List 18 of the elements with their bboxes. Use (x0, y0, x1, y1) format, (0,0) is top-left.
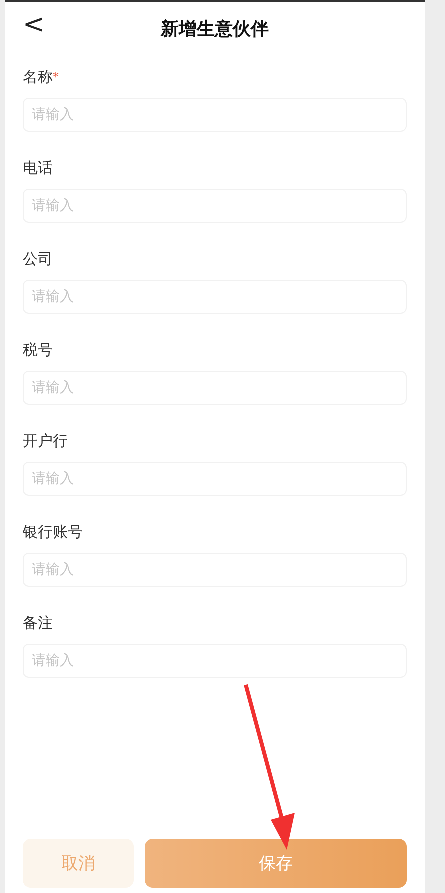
field-label: 备注 (23, 613, 54, 634)
input-field[interactable]: 请输入 (23, 553, 407, 587)
input-field[interactable]: 请输入 (23, 462, 407, 496)
save-button[interactable]: 保存 (145, 839, 407, 888)
field-label: 银行账号 (23, 522, 84, 543)
field-label: 公司 (23, 249, 54, 270)
field-label: 名称* (23, 67, 60, 88)
page-title: 新增生意伙伴 (161, 18, 269, 41)
field-label: 开户行 (23, 431, 69, 452)
cancel-button[interactable]: 取消 (23, 839, 134, 888)
field-label: 电话 (23, 158, 54, 179)
input-field[interactable]: 请输入 (23, 644, 407, 678)
input-field[interactable]: 请输入 (23, 280, 407, 314)
input-field[interactable]: 请输入 (23, 189, 407, 223)
back-button[interactable]: < (19, 12, 49, 38)
input-field[interactable]: 请输入 (23, 371, 407, 405)
input-field[interactable]: 请输入 (23, 98, 407, 132)
field-label: 税号 (23, 340, 54, 361)
